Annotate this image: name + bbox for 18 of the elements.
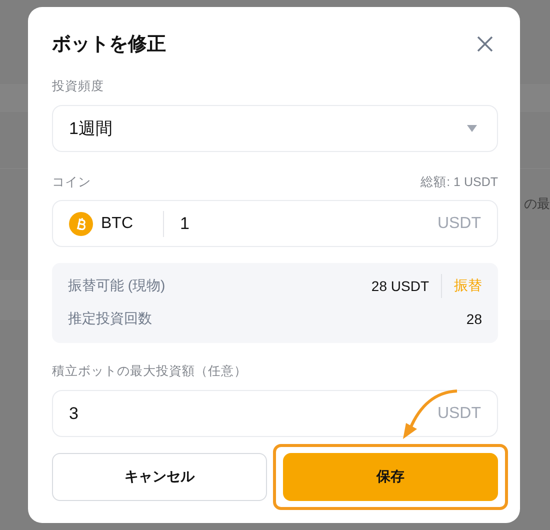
bitcoin-icon: [69, 212, 93, 236]
close-icon[interactable]: [476, 35, 494, 53]
summary-value: 28: [466, 310, 482, 326]
field-label: 積立ボットの最大投資額（任意）: [52, 363, 248, 380]
frequency-dropdown[interactable]: 1週間: [52, 105, 498, 152]
total-amount: 総額: 1 USDT: [420, 174, 498, 191]
save-button[interactable]: 保存: [283, 453, 498, 501]
background-text: の最: [524, 195, 550, 213]
dialog-title: ボットを修正: [52, 33, 166, 57]
field-label: 投資頻度: [52, 78, 105, 95]
summary-label: 推定投資回数: [68, 310, 152, 328]
cancel-button[interactable]: キャンセル: [52, 453, 267, 501]
max-investment-field[interactable]: 3 USDT: [52, 390, 498, 437]
caret-icon: [467, 125, 477, 132]
summary-label: 振替可能 (現物): [68, 276, 166, 294]
field-label: コイン: [52, 174, 91, 191]
amount-field[interactable]: BTC 1 USDT: [52, 200, 498, 247]
summary-value: 28 USDT: [371, 278, 429, 294]
